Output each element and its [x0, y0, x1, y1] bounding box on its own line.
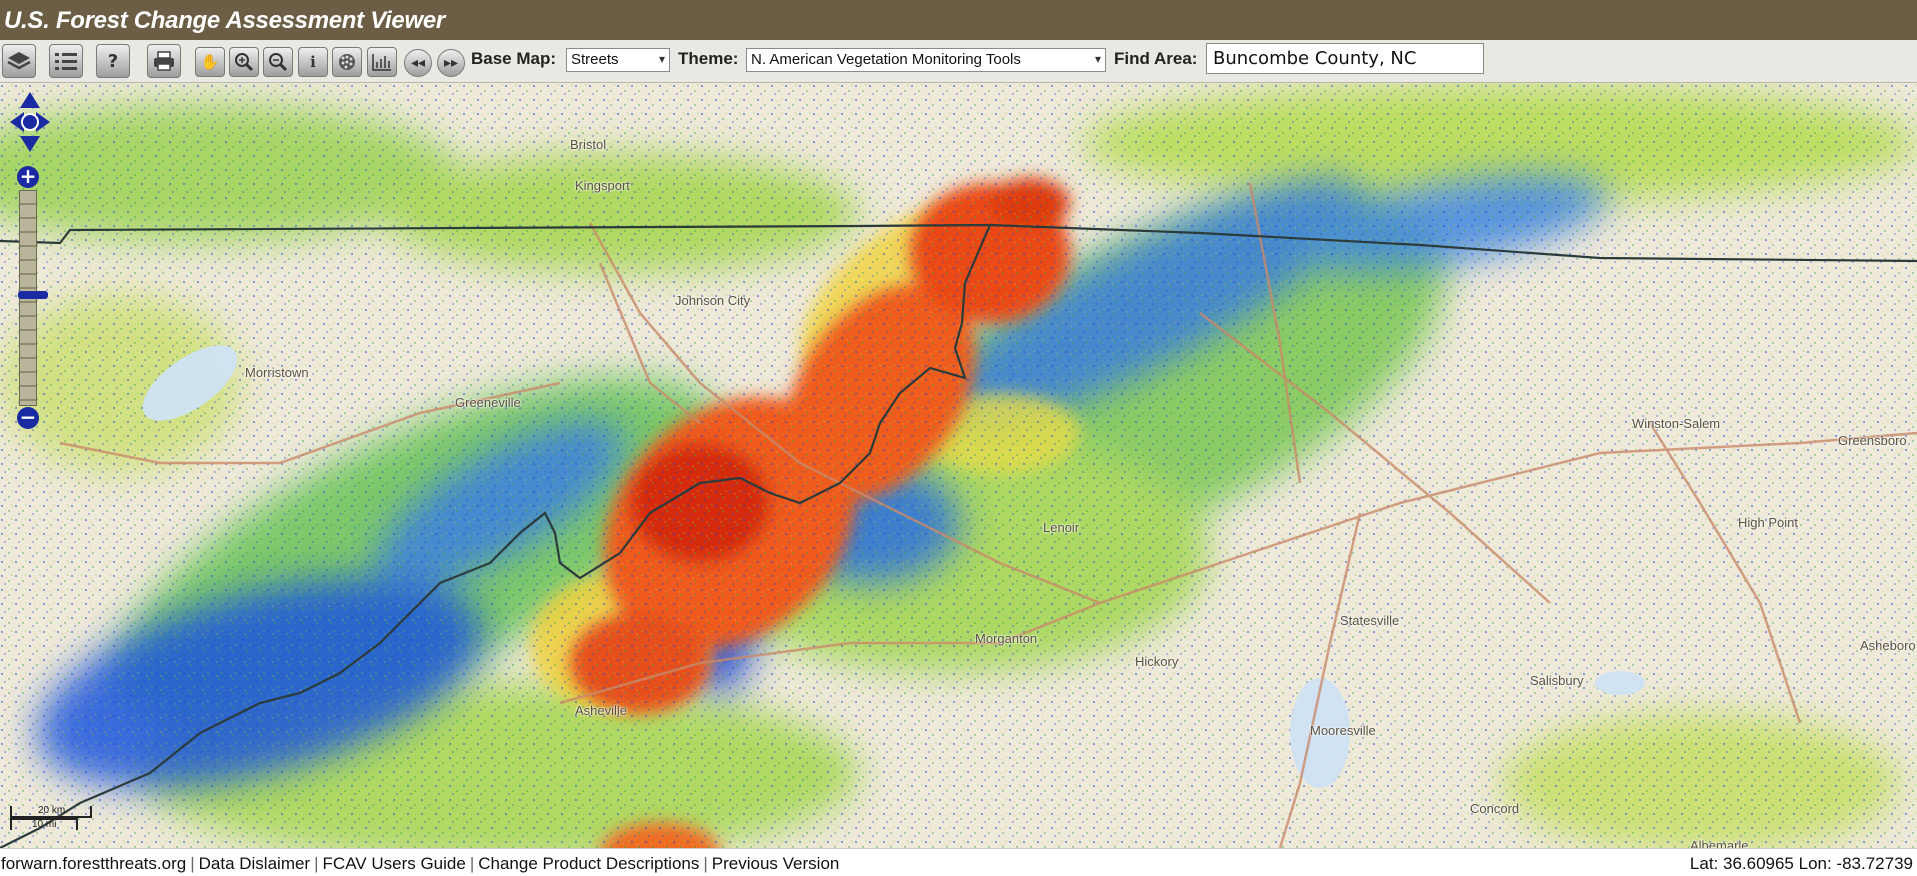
place-label: Asheboro [1860, 638, 1916, 653]
link-previous-version[interactable]: Previous Version [712, 854, 840, 873]
place-label: Lenoir [1043, 520, 1080, 535]
place-label: Bristol [570, 137, 607, 152]
identify-info-icon[interactable]: i [298, 47, 328, 77]
zoom-out-icon[interactable] [263, 47, 293, 77]
app-title: U.S. Forest Change Assessment Viewer [4, 7, 445, 34]
place-label: Johnson City [675, 293, 751, 308]
link-forwarn[interactable]: forwarn.forestthreats.org [1, 854, 186, 873]
base-map-value: Streets [571, 51, 619, 68]
map-canvas[interactable]: Bristol Kingsport Johnson City Morristow… [0, 83, 1917, 848]
place-label: Concord [1470, 801, 1520, 816]
find-area-label: Find Area: [1114, 49, 1198, 68]
help-icon[interactable]: ? [96, 44, 130, 78]
link-data-disclaimer[interactable]: Data Dislaimer [199, 854, 310, 873]
print-icon[interactable] [147, 44, 181, 78]
footer: forwarn.forestthreats.org | Data Dislaimer… [0, 848, 1917, 876]
zoom-thumb[interactable] [18, 291, 48, 299]
layers-icon[interactable] [2, 44, 36, 78]
theme-select[interactable]: N. American Vegetation Monitoring Tools … [746, 48, 1106, 72]
cursor-coordinates: Lat: 36.60965 Lon: -83.72739 [1689, 854, 1913, 873]
place-label: Morganton [975, 631, 1038, 646]
scale-km: 20 km [38, 805, 66, 816]
pan-hand-icon[interactable]: ✋ [195, 47, 225, 77]
place-label: Statesville [1340, 613, 1400, 628]
zoom-plus-icon[interactable]: + [17, 166, 39, 188]
zoom-minus-icon[interactable]: − [17, 407, 39, 429]
link-users-guide[interactable]: FCAV Users Guide [323, 854, 466, 873]
place-label: Hickory [1135, 654, 1179, 669]
place-label: Greeneville [455, 395, 521, 410]
zoom-in-icon[interactable] [229, 47, 259, 77]
place-label: High Point [1738, 515, 1798, 530]
chevron-down-icon: ▾ [1094, 52, 1101, 66]
theme-label: Theme: [678, 49, 739, 68]
place-label: Kingsport [575, 178, 630, 193]
place-label: Salisbury [1530, 673, 1584, 688]
multigraph-icon[interactable] [332, 47, 362, 77]
link-change-product-descriptions[interactable]: Change Product Descriptions [478, 854, 699, 873]
place-label: Greensboro [1838, 433, 1907, 448]
find-area-input[interactable]: Buncombe County, NC [1206, 43, 1484, 74]
scale-mi: 10 mi [32, 819, 57, 830]
zoom-track[interactable] [18, 190, 48, 406]
place-label: Asheville [575, 703, 628, 718]
place-label: Winston-Salem [1632, 416, 1721, 431]
chevron-down-icon: ▾ [658, 52, 665, 66]
place-label: Morristown [245, 365, 309, 380]
base-map-select[interactable]: Streets ▾ [566, 48, 670, 72]
legend-list-icon[interactable] [49, 44, 83, 78]
toolbar: ? ✋ i ◂◂ ▸▸ Base Map: Streets ▾ Theme: N… [0, 40, 1917, 83]
title-bar: U.S. Forest Change Assessment Viewer [0, 0, 1917, 40]
previous-extent-icon[interactable]: ◂◂ [404, 49, 432, 77]
next-extent-icon[interactable]: ▸▸ [437, 49, 465, 77]
place-label: Mooresville [1310, 723, 1376, 738]
pan-down-icon [20, 136, 40, 152]
phenograph-icon[interactable] [367, 47, 397, 77]
pan-up-icon [20, 92, 40, 108]
scale-bar: 20 km 10 mi [10, 805, 92, 832]
place-label: Albemarle [1690, 838, 1749, 848]
zoom-slider[interactable]: + − [15, 166, 48, 431]
pan-control[interactable] [8, 90, 52, 154]
base-map-label: Base Map: [471, 49, 557, 68]
theme-value: N. American Vegetation Monitoring Tools [751, 51, 1021, 68]
forest-change-raster [0, 83, 1917, 848]
